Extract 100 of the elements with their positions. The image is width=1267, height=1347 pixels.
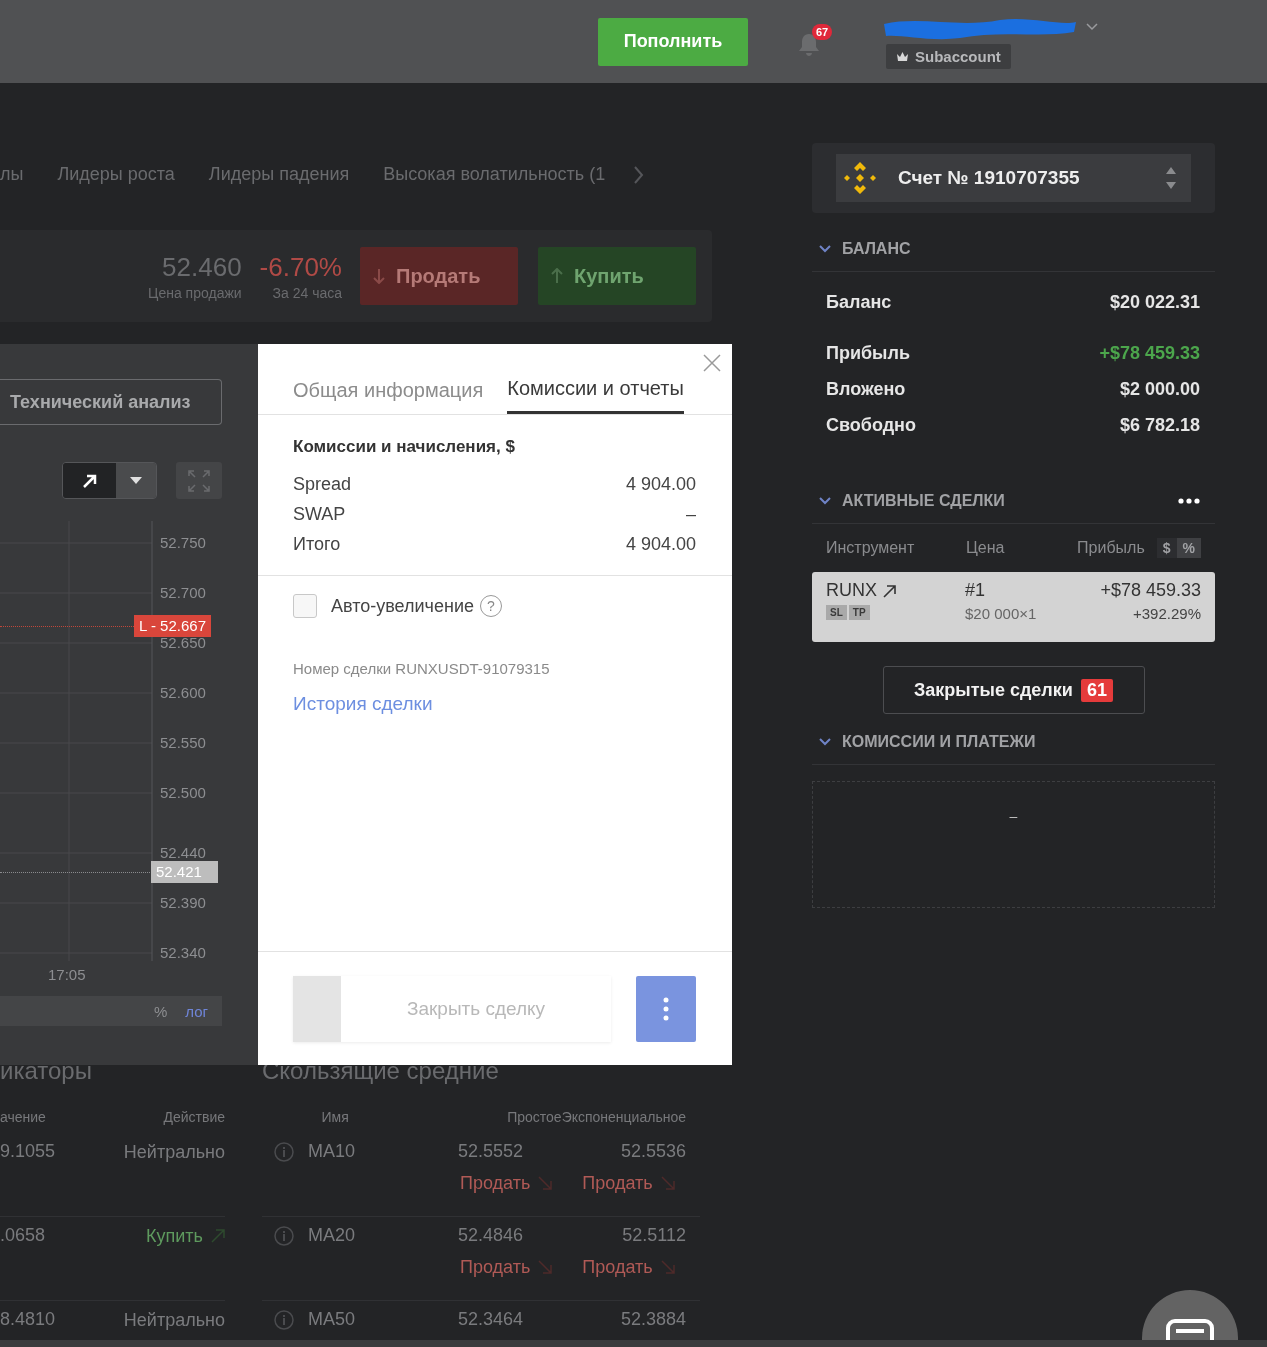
fee-label: SWAP [293, 503, 346, 526]
table-cell-text: MA50 [308, 1309, 357, 1330]
fullscreen-button[interactable] [176, 462, 222, 499]
balance-value: $2 000.00 [1119, 378, 1200, 400]
axis-label: 52.390 [160, 893, 206, 913]
account-selector[interactable]: Счет № 1910707355 [836, 154, 1191, 202]
draw-tool-button[interactable] [63, 463, 116, 498]
table-cell-text: 52.3884 [619, 1309, 686, 1330]
order-price-tag: L - 52.667 [134, 615, 211, 637]
more-icon [663, 996, 669, 1021]
deal-number: #1 [965, 580, 987, 601]
down-right-arrow-icon [538, 1176, 553, 1190]
column-header: ачение [0, 1109, 46, 1125]
balance-label: Прибыль [826, 342, 910, 364]
checkbox[interactable] [293, 594, 317, 618]
current-price-tag: 52.421 [151, 861, 218, 883]
order-tag: SL [826, 605, 847, 620]
sell-price: 52.460 [162, 251, 242, 283]
section-title: икаторы [0, 1057, 93, 1086]
order-tag: TP [848, 605, 870, 620]
table-cell-text: 9.1055 [0, 1141, 56, 1163]
down-arrow-icon [372, 268, 386, 284]
balance-label: Свободно [826, 414, 916, 436]
section-title: АКТИВНЫЕ СДЕЛКИ [842, 492, 1006, 510]
section-title: КОМИССИИ И ПЛАТЕЖИ [842, 733, 1037, 751]
notification-badge: 67 [812, 23, 833, 40]
crown-icon [896, 51, 909, 62]
table-cell-text: 52.4846 [458, 1225, 525, 1246]
axis-label: 52.600 [160, 683, 206, 703]
analysis-button[interactable]: Технический анализ [0, 379, 222, 425]
market-tab[interactable]: Лидеры падения [208, 164, 350, 185]
market-tab[interactable]: Высокая волатильность (1 [383, 164, 606, 185]
closed-deals-button[interactable]: Закрытые сделки 61 [882, 666, 1145, 714]
subaccount-label: Subaccount [915, 48, 1001, 65]
count-badge: 61 [1080, 678, 1113, 702]
price-change: -6.70% [259, 251, 342, 283]
caret-icon [130, 477, 142, 484]
column-header: Действие [163, 1109, 225, 1125]
column-header: Цена [966, 539, 1006, 557]
balance-value: $6 782.18 [1119, 414, 1200, 436]
sell-button[interactable]: Продать [360, 247, 518, 305]
checkbox-label: Авто-увеличение [331, 595, 474, 617]
close-icon[interactable] [703, 354, 721, 372]
balance-value: +$78 459.33 [1099, 342, 1200, 364]
table-cell-text: .0658 [0, 1225, 46, 1247]
dialog-tab[interactable]: Комиссии и отчеты [507, 372, 684, 414]
deal-number: Номер сделки RUNXUSDT-91079315 [293, 660, 551, 677]
buy-button[interactable]: Купить [538, 247, 696, 305]
fee-label: Итого [293, 533, 341, 556]
more-button[interactable] [636, 975, 696, 1042]
down-right-arrow-icon [660, 1260, 675, 1274]
table-cell-text: 52.5536 [619, 1141, 686, 1162]
info-icon[interactable] [274, 1225, 294, 1246]
down-right-arrow-icon [660, 1176, 675, 1190]
up-right-arrow-icon [211, 1229, 225, 1243]
table-cell-text: MA10 [308, 1141, 357, 1162]
account-number: Счет № 1910707355 [898, 167, 1081, 189]
section-title: БАЛАНС [842, 240, 912, 258]
market-tab[interactable]: Лидеры роста [57, 164, 175, 185]
info-icon[interactable] [274, 1309, 294, 1330]
axis-label: 52.500 [160, 783, 206, 803]
column-header: Инструмент [826, 539, 916, 557]
arrow-icon [82, 472, 97, 489]
column-header: Экспоненциальное [561, 1109, 686, 1125]
balance-label: Вложено [826, 378, 906, 400]
signal-text: Продать [460, 1256, 531, 1278]
fee-value: 4 904.00 [625, 473, 696, 496]
change-caption: За 24 часа [272, 284, 342, 301]
axis-label: 52.440 [160, 843, 206, 863]
signal-text: Нейтрально [123, 1141, 225, 1163]
table-cell-text: 52.3464 [458, 1309, 525, 1330]
table-cell-text: 8.4810 [0, 1309, 56, 1331]
info-icon[interactable] [274, 1141, 294, 1162]
deposit-button[interactable]: Пополнить [598, 17, 748, 66]
price-caption: Цена продажи [148, 284, 242, 301]
table-cell-text: 52.5552 [458, 1141, 525, 1162]
slider-handle[interactable] [293, 975, 341, 1042]
fee-label: Spread [293, 473, 352, 496]
axis-label: 52.750 [160, 533, 206, 553]
deal-amount: $20 000×1 [965, 605, 1038, 622]
scale-toggle[interactable]: лог [183, 1002, 210, 1020]
down-right-arrow-icon [538, 1260, 553, 1274]
history-link[interactable]: История сделки [293, 693, 433, 715]
deal-profit: +$78 459.33 [1100, 580, 1201, 601]
deal-profit-percent: +392.29% [1133, 605, 1201, 622]
unit-toggle[interactable]: % [1176, 538, 1201, 558]
dialog-tab[interactable]: Общая информация [293, 372, 484, 414]
dropdown-icon[interactable] [1086, 23, 1098, 31]
sort-arrows-icon [1165, 166, 1177, 190]
table-cell-text: MA20 [308, 1225, 357, 1246]
market-tab[interactable]: лы [0, 164, 24, 185]
balance-value: $20 022.31 [1109, 291, 1200, 313]
deal-row[interactable]: RUNX SL TP #1 $20 000×1 +$78 459.33 +392.29% [812, 572, 1215, 642]
dropdown-button[interactable] [116, 463, 156, 498]
more-icon[interactable] [1178, 498, 1200, 504]
axis-label: 52.550 [160, 733, 206, 753]
scale-toggle[interactable]: % [151, 1002, 170, 1020]
signal-text: Купить [146, 1225, 203, 1247]
expand-icon [188, 469, 210, 492]
empty-value: – [1009, 808, 1018, 824]
